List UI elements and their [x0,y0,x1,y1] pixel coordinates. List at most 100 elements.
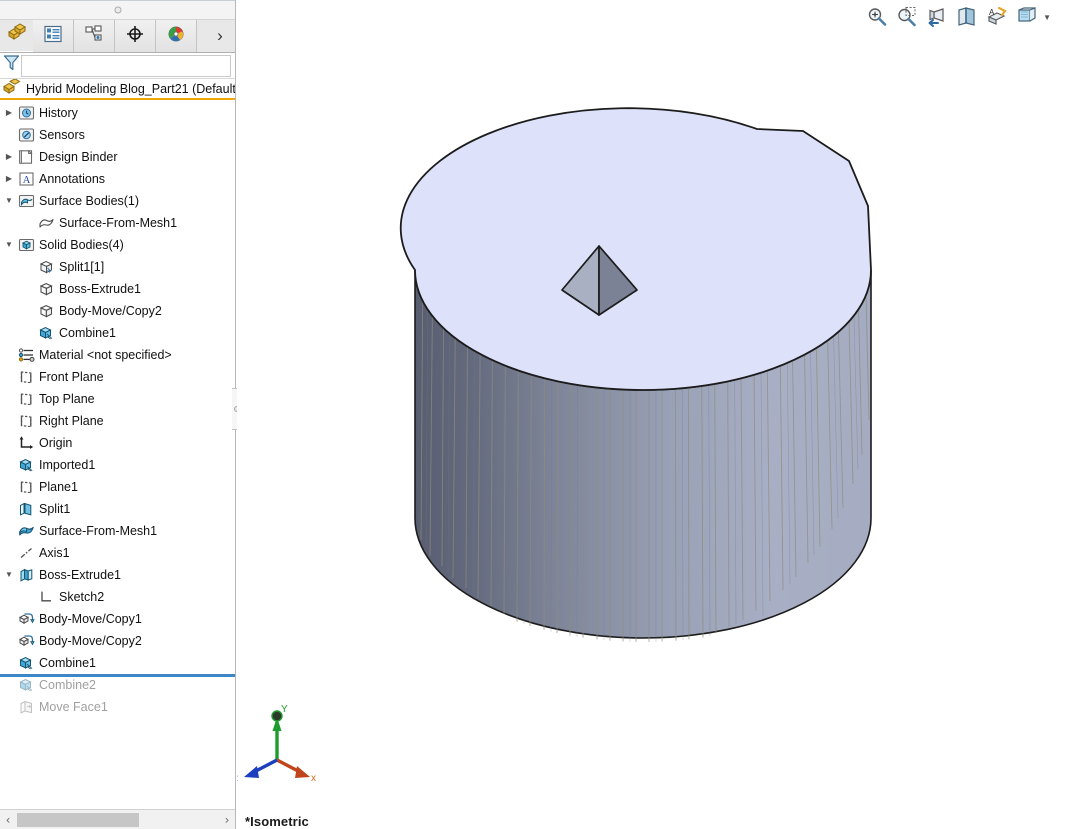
tree-item-body-move-copy2[interactable]: Body-Move/Copy2 [0,300,235,322]
sensors-folder-icon [16,127,37,143]
tree-item-label: Sensors [39,128,85,142]
feature-tree[interactable]: History Sensors Design Binder A Annotations S… [0,100,235,809]
body-cube-icon [36,303,57,319]
boss-extrude-icon [16,567,37,583]
combine-body-icon [36,325,57,341]
tree-expand-arrow[interactable] [2,168,16,190]
tree-item-label: Material <not specified> [39,348,172,362]
tree-item-right-plane[interactable]: Right Plane [0,410,235,432]
tree-item-axis1[interactable]: Axis1 [0,542,235,564]
tree-item-surface-bodies-1[interactable]: Surface Bodies(1) [0,190,235,212]
search-input[interactable] [21,54,231,77]
tree-expand-arrow[interactable] [2,234,16,256]
orientation-triad: Y x z [237,704,316,784]
solidworks-window: › Hybrid Modeling Blog_Part21 (Default) … [0,0,1067,829]
move-copy-icon [16,633,37,649]
tree-item-design-binder[interactable]: Design Binder [0,146,235,168]
plane-icon [16,413,37,429]
move-face-icon [16,699,37,715]
triad-z-label: z [237,773,238,784]
splitter-handle-dot[interactable] [114,6,121,14]
tree-item-split1[interactable]: Split1 [0,498,235,520]
tree-item-label: Top Plane [39,392,95,406]
tab-dimxpert-manager[interactable] [115,20,156,52]
solid-bodies-icon [16,237,37,253]
plane-icon [16,479,37,495]
filter-funnel-icon[interactable] [3,54,20,77]
tree-item-move-face1[interactable]: Move Face1 [0,696,235,718]
configuration-icon [84,24,104,48]
tree-item-history[interactable]: History [0,102,235,124]
tree-item-label: Split1 [39,502,71,516]
tree-item-surface-from-mesh1[interactable]: Surface-From-Mesh1 [0,212,235,234]
material-icon [16,347,37,363]
tree-item-solid-bodies-4[interactable]: Solid Bodies(4) [0,234,235,256]
tree-item-label: Combine1 [39,656,96,670]
axis-icon [16,545,37,561]
tree-item-sketch2[interactable]: Sketch2 [0,586,235,608]
filter-row [0,53,235,79]
annotations-icon: A [16,171,37,187]
tree-item-label: Front Plane [39,370,104,384]
tab-overflow-button[interactable]: › [205,20,235,52]
body-cube-icon [36,281,57,297]
tree-item-boss-extrude1[interactable]: Boss-Extrude1 [0,278,235,300]
tree-item-surface-from-mesh1[interactable]: Surface-From-Mesh1 [0,520,235,542]
tree-item-label: Move Face1 [39,700,108,714]
model-viewport[interactable]: Y x z [237,0,1067,829]
tree-item-plane1[interactable]: Plane1 [0,476,235,498]
tree-item-top-plane[interactable]: Top Plane [0,388,235,410]
move-copy-icon [16,611,37,627]
tree-item-front-plane[interactable]: Front Plane [0,366,235,388]
tree-item-label: Body-Move/Copy2 [39,634,142,648]
tree-item-material-not-specified[interactable]: Material <not specified> [0,344,235,366]
tree-item-split1-1[interactable]: Split1[1] [0,256,235,278]
property-list-icon [43,25,63,48]
tree-item-sensors[interactable]: Sensors [0,124,235,146]
view-orientation-label: *Isometric [245,814,309,829]
origin-icon [16,435,37,451]
tab-feature-manager[interactable] [0,20,33,52]
graphics-area[interactable]: A ▼ Y x *Isometric [237,0,1067,829]
document-title: Hybrid Modeling Blog_Part21 (Default) < [26,81,235,96]
tree-item-label: Boss-Extrude1 [39,568,121,582]
tree-item-label: Surface Bodies(1) [39,194,140,208]
tree-item-annotations[interactable]: A Annotations [0,168,235,190]
history-folder-icon [16,105,37,121]
tab-property-manager[interactable] [33,20,74,52]
tree-expand-arrow[interactable] [2,102,16,124]
tree-horizontal-scrollbar[interactable]: ‹ › [0,809,235,829]
scroll-right-button[interactable]: › [219,813,235,827]
scroll-thumb[interactable] [17,813,139,827]
imported-feature-icon [16,457,37,473]
scroll-left-button[interactable]: ‹ [0,813,16,827]
tree-item-body-move-copy2[interactable]: Body-Move/Copy2 [0,630,235,652]
feature-tree-icon [6,23,28,48]
tree-item-boss-extrude1[interactable]: Boss-Extrude1 [0,564,235,586]
tree-expand-arrow[interactable] [2,190,16,212]
tab-configuration-manager[interactable] [74,20,115,52]
panel-top-splitter[interactable] [0,0,235,20]
tree-item-body-move-copy1[interactable]: Body-Move/Copy1 [0,608,235,630]
tree-item-label: Body-Move/Copy1 [39,612,142,626]
tree-item-combine2[interactable]: Combine2 [0,674,235,696]
tree-expand-arrow[interactable] [2,146,16,168]
tree-item-label: Axis1 [39,546,70,560]
tree-item-label: Boss-Extrude1 [59,282,141,296]
tree-item-origin[interactable]: Origin [0,432,235,454]
dimxpert-crosshair-icon [125,25,145,48]
tree-expand-arrow[interactable] [2,564,16,586]
tree-item-imported1[interactable]: Imported1 [0,454,235,476]
tree-item-combine1[interactable]: Combine1 [0,322,235,344]
tree-item-label: Sketch2 [59,590,105,604]
tab-display-manager[interactable] [156,20,197,52]
tree-item-label: Plane1 [39,480,78,494]
triad-x-label: x [311,773,316,784]
feature-manager-panel: › Hybrid Modeling Blog_Part21 (Default) … [0,0,236,829]
tree-item-combine1[interactable]: Combine1 [0,652,235,674]
tree-item-label: Origin [39,436,73,450]
display-palette-icon [166,25,186,48]
split-feature-icon [16,501,37,517]
document-title-row[interactable]: Hybrid Modeling Blog_Part21 (Default) < [0,79,235,100]
part-document-icon [2,79,21,98]
